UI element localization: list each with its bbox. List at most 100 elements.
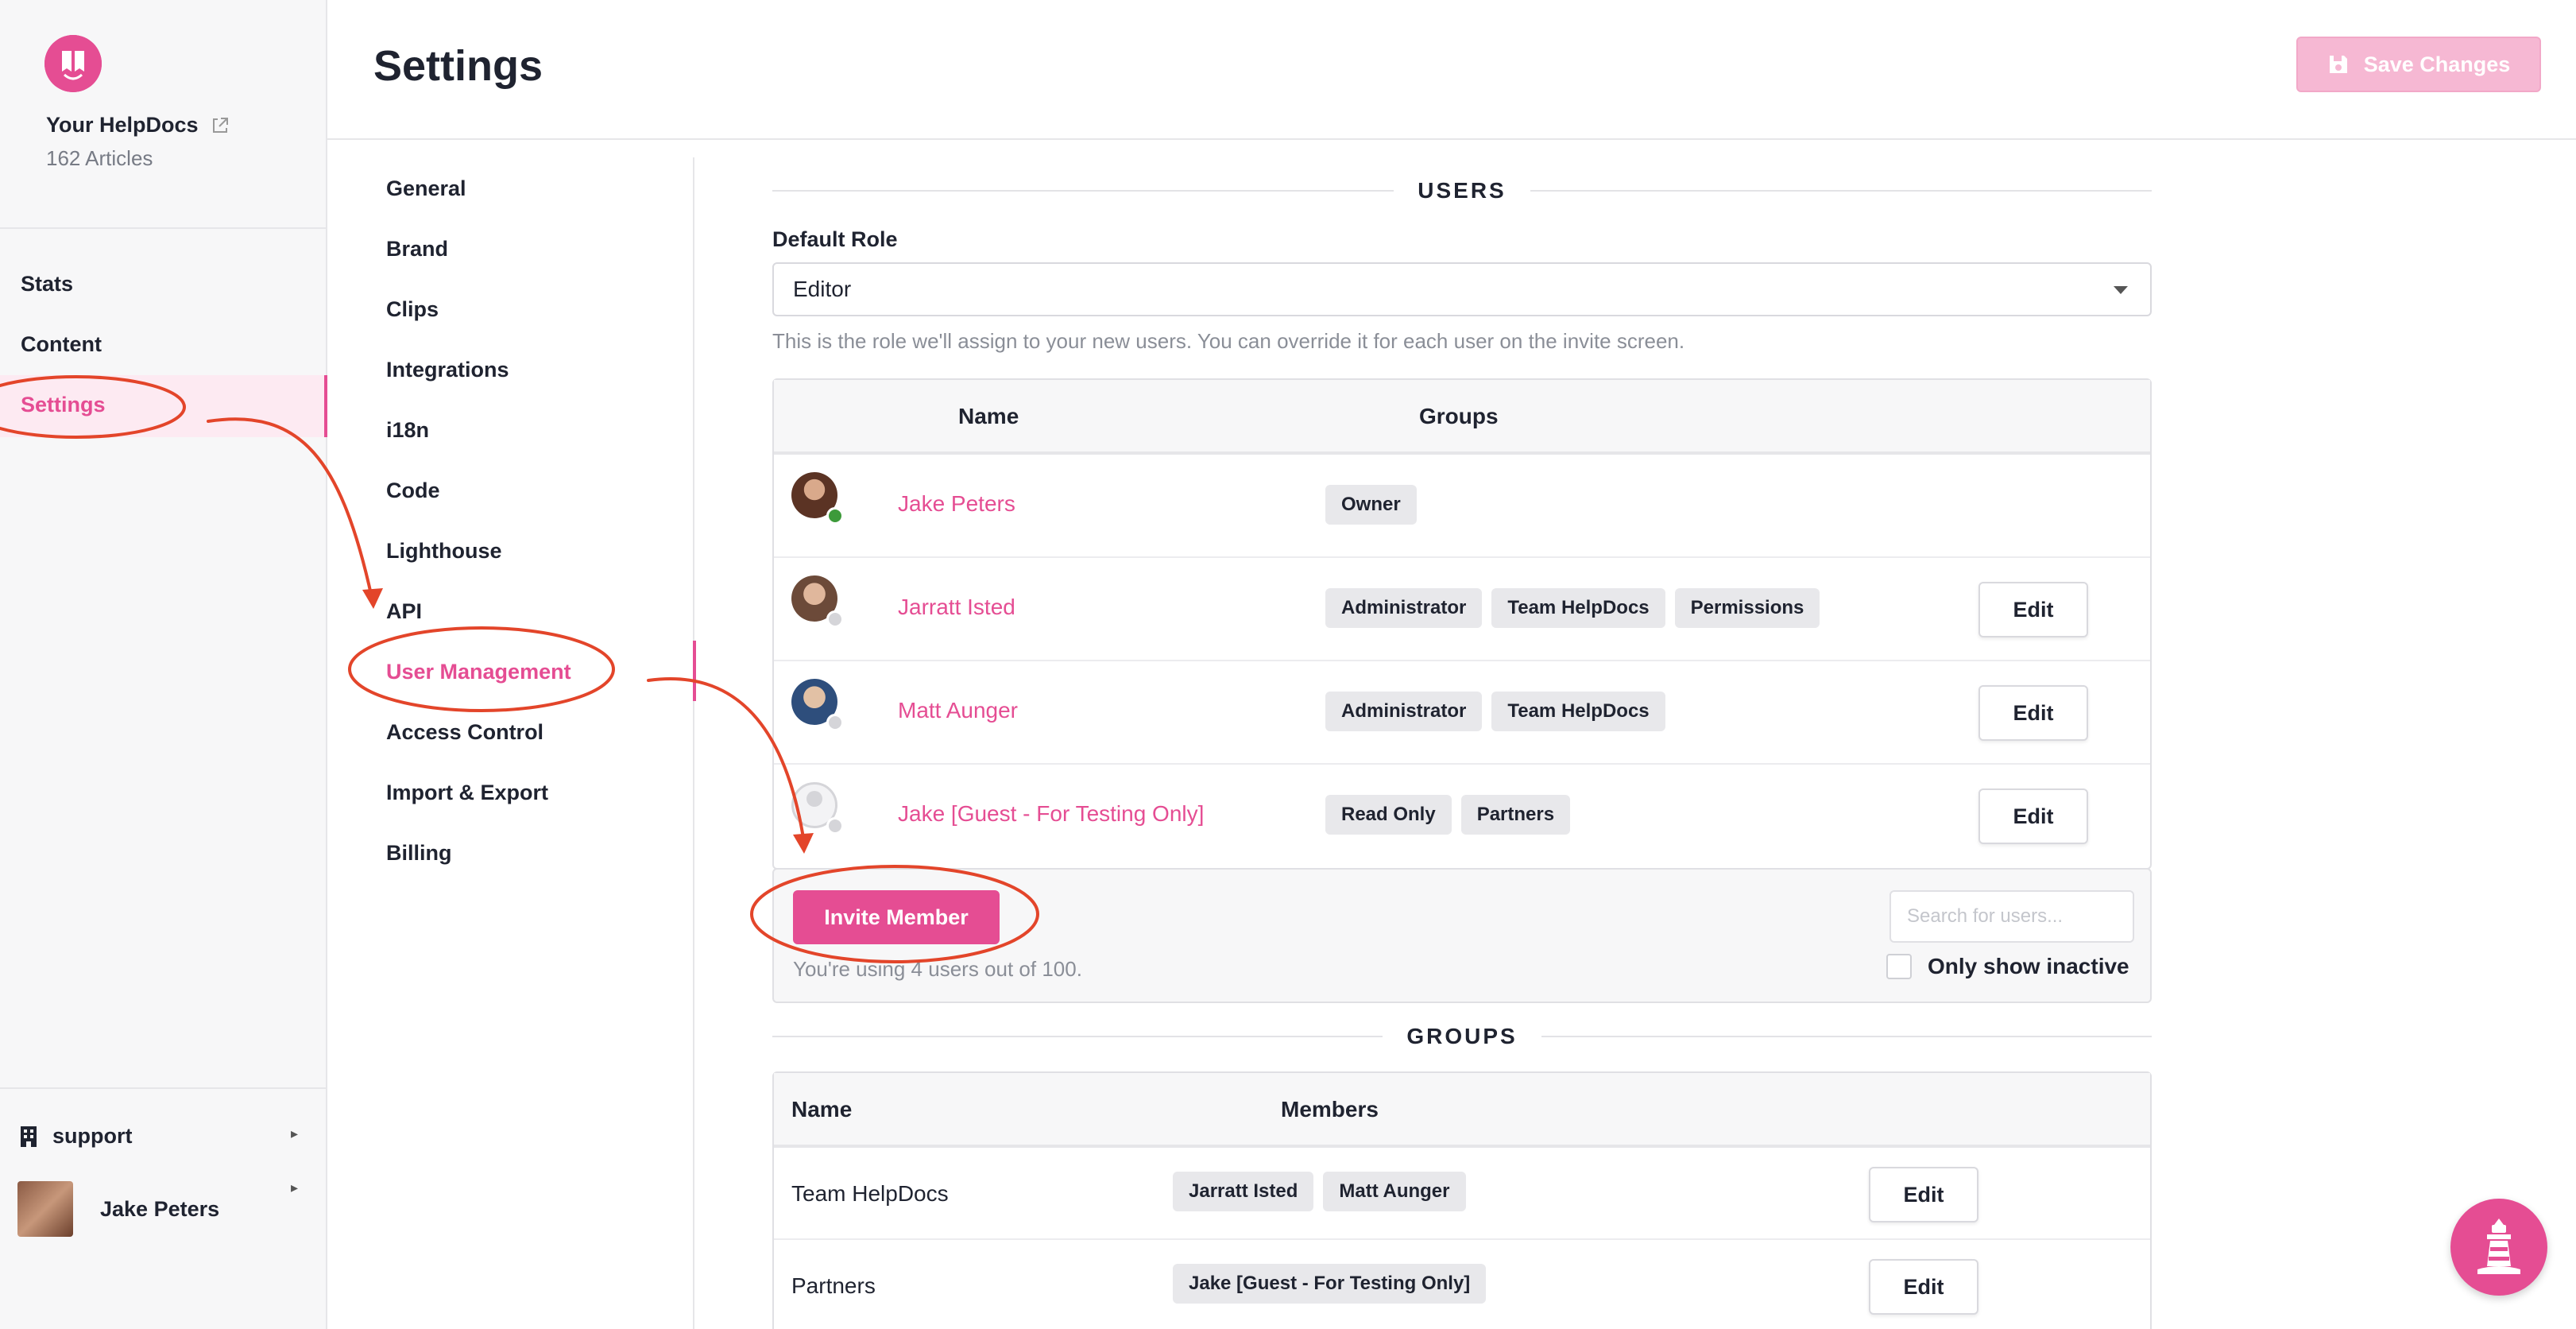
only-inactive-checkbox[interactable]	[1886, 954, 1912, 979]
subnav-divider	[693, 157, 694, 1329]
article-count: 162 Articles	[46, 146, 153, 170]
table-row: Matt Aunger Administrator Team HelpDocs …	[774, 661, 2150, 765]
subnav-item-integrations[interactable]: Integrations	[386, 358, 509, 382]
status-online-icon	[826, 507, 844, 525]
group-members: Jarratt Isted Matt Aunger	[1173, 1172, 1466, 1211]
member-tag: Matt Aunger	[1323, 1172, 1466, 1211]
helpdocs-logo-icon[interactable]	[44, 35, 102, 92]
external-link-icon	[212, 117, 228, 133]
caret-right-icon[interactable]: ▸	[291, 1126, 298, 1142]
only-inactive-toggle[interactable]: Only show inactive	[1886, 954, 2129, 979]
table-row: Jarratt Isted Administrator Team HelpDoc…	[774, 558, 2150, 661]
header-divider	[327, 138, 2576, 140]
search-users-input[interactable]	[1889, 890, 2134, 943]
groups-col-name: Name	[791, 1097, 853, 1122]
chevron-down-icon	[2114, 286, 2128, 294]
sidebar-item-stats[interactable]: Stats	[21, 272, 73, 296]
user-link[interactable]: Matt Aunger	[898, 698, 1018, 723]
edit-user-button[interactable]: Edit	[1978, 788, 2088, 844]
users-col-name: Name	[958, 404, 1019, 428]
subnav-item-api[interactable]: API	[386, 599, 422, 624]
subnav-item-code[interactable]: Code	[386, 479, 440, 503]
users-section-heading: USERS	[772, 175, 2152, 207]
users-table: Name Groups Jake Peters Owner Jarratt Is…	[772, 378, 2152, 870]
group-tag: Administrator	[1325, 692, 1483, 731]
org-name: support	[52, 1124, 133, 1148]
subnav-item-i18n[interactable]: i18n	[386, 418, 429, 443]
group-members: Jake [Guest - For Testing Only]	[1173, 1264, 1487, 1304]
user-name: Jake Peters	[100, 1196, 220, 1221]
user-link[interactable]: Jake [Guest - For Testing Only]	[898, 801, 1204, 827]
site-name-link[interactable]: Your HelpDocs	[46, 113, 230, 138]
user-menu[interactable]: Jake Peters	[17, 1181, 219, 1237]
group-tag: Administrator	[1325, 588, 1483, 628]
app-sidebar: Your HelpDocs 162 Articles Stats Content…	[0, 0, 327, 1329]
subnav-item-access-control[interactable]: Access Control	[386, 720, 543, 745]
group-tag: Permissions	[1674, 588, 1820, 628]
user-link[interactable]: Jake Peters	[898, 491, 1015, 517]
status-offline-icon	[826, 714, 844, 731]
avatar	[17, 1181, 73, 1237]
table-row: Jake Peters Owner	[774, 455, 2150, 558]
invite-member-button[interactable]: Invite Member	[793, 890, 1000, 944]
org-switcher[interactable]: support	[19, 1124, 133, 1149]
save-changes-button[interactable]: Save Changes	[2296, 37, 2541, 92]
default-role-select[interactable]: Editor	[772, 262, 2152, 316]
group-tag: Team HelpDocs	[1491, 588, 1665, 628]
caret-right-icon[interactable]: ▸	[291, 1180, 298, 1196]
user-groups: Read Only Partners	[1325, 795, 1571, 835]
group-tag: Partners	[1460, 795, 1571, 835]
edit-user-button[interactable]: Edit	[1978, 582, 2088, 637]
building-icon	[21, 1126, 37, 1147]
users-table-header: Name Groups	[774, 380, 2150, 455]
table-row: Jake [Guest - For Testing Only] Read Onl…	[774, 765, 2150, 868]
group-tag: Owner	[1325, 485, 1417, 525]
groups-section-heading: GROUPS	[772, 1021, 2152, 1052]
groups-col-members: Members	[1281, 1097, 1379, 1122]
group-name: Partners	[791, 1273, 876, 1298]
status-offline-icon	[826, 610, 844, 628]
edit-group-button[interactable]: Edit	[1869, 1259, 1978, 1315]
subnav-item-user-management[interactable]: User Management	[386, 660, 571, 684]
edit-group-button[interactable]: Edit	[1869, 1167, 1978, 1222]
save-changes-label: Save Changes	[2363, 52, 2511, 76]
member-tag: Jake [Guest - For Testing Only]	[1173, 1264, 1487, 1304]
sidebar-item-settings[interactable]: Settings	[21, 393, 106, 417]
groups-table-header: Name Members	[774, 1073, 2150, 1148]
default-role-value: Editor	[793, 277, 852, 301]
site-name: Your HelpDocs	[46, 113, 199, 137]
user-link[interactable]: Jarratt Isted	[898, 595, 1015, 620]
default-role-label: Default Role	[772, 227, 898, 251]
usage-text: You're using 4 users out of 100.	[793, 957, 1082, 981]
subnav-item-clips[interactable]: Clips	[386, 297, 439, 322]
page-title: Settings	[373, 42, 543, 90]
group-tag: Team HelpDocs	[1491, 692, 1665, 731]
users-col-groups: Groups	[1419, 404, 1499, 428]
users-heading-text: USERS	[1418, 178, 1507, 203]
help-launcher-button[interactable]	[2450, 1199, 2547, 1296]
group-tag: Read Only	[1325, 795, 1452, 835]
default-role-help: This is the role we'll assign to your ne…	[772, 329, 1685, 353]
user-groups: Administrator Team HelpDocs Permissions	[1325, 588, 1820, 628]
table-row: Partners Jake [Guest - For Testing Only]…	[774, 1240, 2150, 1329]
subnav-active-marker	[693, 641, 696, 701]
edit-user-button[interactable]: Edit	[1978, 685, 2088, 741]
user-groups: Owner	[1325, 485, 1417, 525]
annotation-arrowhead-1	[362, 588, 383, 609]
groups-table: Name Members Team HelpDocs Jarratt Isted…	[772, 1071, 2152, 1329]
sidebar-item-content[interactable]: Content	[21, 332, 102, 357]
subnav-item-brand[interactable]: Brand	[386, 237, 448, 262]
sidebar-divider	[0, 227, 327, 229]
subnav-item-general[interactable]: General	[386, 176, 466, 201]
status-offline-icon	[826, 817, 844, 835]
users-footer: Invite Member You're using 4 users out o…	[772, 868, 2152, 1003]
groups-heading-text: GROUPS	[1406, 1024, 1518, 1048]
subnav-item-billing[interactable]: Billing	[386, 841, 452, 866]
lighthouse-icon	[2477, 1219, 2520, 1274]
sidebar-bottom-divider	[0, 1087, 327, 1089]
subnav-item-import-export[interactable]: Import & Export	[386, 781, 548, 805]
user-groups: Administrator Team HelpDocs	[1325, 692, 1665, 731]
group-name: Team HelpDocs	[791, 1181, 949, 1206]
subnav-item-lighthouse[interactable]: Lighthouse	[386, 539, 501, 564]
member-tag: Jarratt Isted	[1173, 1172, 1314, 1211]
